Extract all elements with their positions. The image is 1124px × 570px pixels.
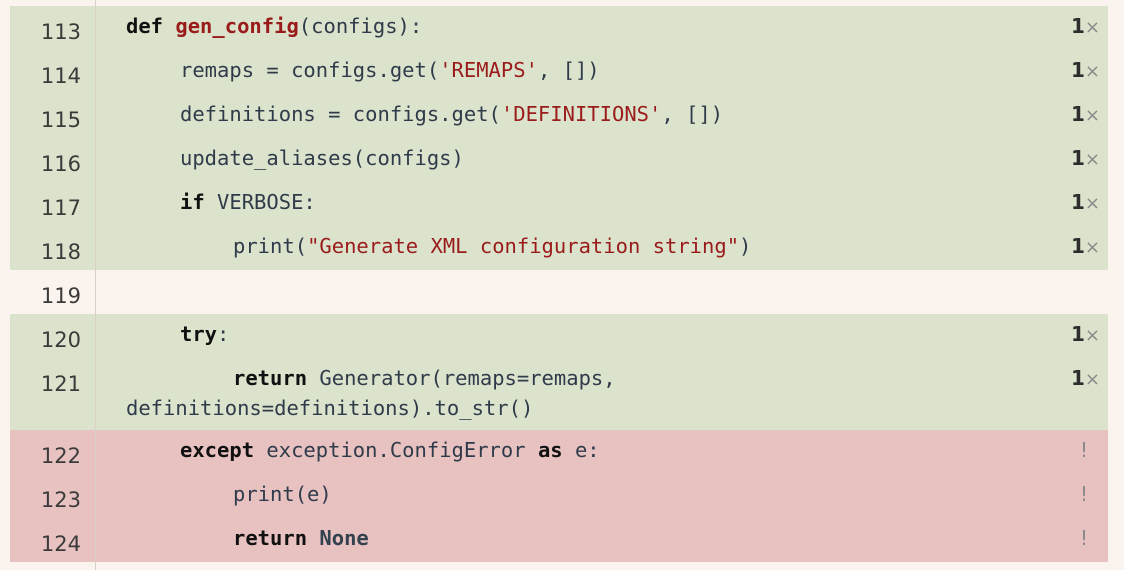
line-number[interactable]: 124 <box>10 529 81 559</box>
hit-count-badge: 1× <box>1071 319 1100 351</box>
code-text: print("Generate XML configuration string… <box>233 231 1124 261</box>
code-continuation: definitions=definitions).to_str() <box>126 396 534 420</box>
code-text: try: <box>180 319 1100 349</box>
hit-count-badge: 1× <box>1071 99 1100 131</box>
keyword: return <box>233 526 308 550</box>
code-fragment: remaps = configs.get( <box>180 58 440 82</box>
code-fragment: , []) <box>661 102 724 126</box>
line-number[interactable]: 114 <box>10 61 81 91</box>
keyword: return <box>233 366 308 390</box>
code-text: return Generator(remaps=remaps, <box>233 363 1124 393</box>
times-icon: × <box>1084 369 1100 390</box>
hit-count-badge: 1× <box>1071 55 1100 87</box>
hit-count: 1 <box>1070 102 1085 126</box>
keyword: try <box>180 322 218 346</box>
code-text: print(e) <box>233 482 332 506</box>
keyword: def <box>126 14 164 38</box>
code-text: if VERBOSE: <box>180 187 1100 217</box>
code-text: except exception.ConfigError as e: <box>180 435 1100 465</box>
hit-count: 1 <box>1070 366 1085 390</box>
hit-count: 1 <box>1070 322 1085 346</box>
keyword: as <box>537 438 563 462</box>
code-line-122: 122 except exception.ConfigError as e: ! <box>10 430 1108 474</box>
times-icon: × <box>1084 149 1100 170</box>
code-fragment: ) <box>739 234 752 258</box>
times-icon: × <box>1084 325 1100 346</box>
code-text: remaps = configs.get('REMAPS', []) <box>180 55 1100 85</box>
code-fragment: VERBOSE: <box>204 190 316 214</box>
line-number[interactable]: 116 <box>10 149 81 179</box>
code-line-116: 116 update_aliases(configs) 1× <box>10 138 1108 182</box>
code-fragment: print( <box>233 234 308 258</box>
code-line-121: 121 return Generator(remaps=remaps, defi… <box>10 358 1108 430</box>
code-line-115: 115 definitions = configs.get('DEFINITIO… <box>10 94 1108 138</box>
string-literal: 'DEFINITIONS' <box>500 102 662 126</box>
times-icon: × <box>1084 237 1100 258</box>
hit-count-badge: 1× <box>1071 363 1100 395</box>
line-number[interactable]: 121 <box>10 369 81 399</box>
hit-count-badge: 1× <box>1071 231 1100 263</box>
string-literal: 'REMAPS' <box>439 58 538 82</box>
line-number[interactable]: 115 <box>10 105 81 135</box>
times-icon: × <box>1084 17 1100 38</box>
hit-count: 1 <box>1070 14 1085 38</box>
code-fragment: e: <box>562 438 600 462</box>
line-number[interactable]: 122 <box>10 441 81 471</box>
keyword: except <box>180 438 255 462</box>
code-text: def gen_config(configs): <box>126 11 1046 41</box>
hit-count: 1 <box>1070 58 1085 82</box>
code-line-124: 124 return None ! <box>10 518 1108 562</box>
code-line-117: 117 if VERBOSE: 1× <box>10 182 1108 226</box>
hit-count-badge: 1× <box>1071 187 1100 219</box>
code-line-119: 119 <box>10 270 1108 314</box>
code-fragment: (configs): <box>298 14 423 38</box>
line-number[interactable]: 120 <box>10 325 81 355</box>
code-text: definitions = configs.get('DEFINITIONS',… <box>180 99 1100 129</box>
code-fragment: Generator(remaps=remaps, <box>307 366 616 390</box>
missed-line-icon: ! <box>1079 526 1088 550</box>
string-literal: "Generate XML configuration string" <box>307 234 740 258</box>
code-line-114: 114 remaps = configs.get('REMAPS', []) 1… <box>10 50 1108 94</box>
code-line-113: 113 def gen_config(configs): 1× <box>10 6 1108 50</box>
hit-count: 1 <box>1070 234 1085 258</box>
code-fragment: exception.ConfigError <box>254 438 538 462</box>
line-number[interactable]: 113 <box>10 17 81 47</box>
hit-count: 1 <box>1070 146 1085 170</box>
code-fragment <box>307 526 319 550</box>
missed-line-icon: ! <box>1079 482 1088 506</box>
function-name: gen_config <box>175 14 299 38</box>
hit-count-badge: 1× <box>1071 11 1100 43</box>
code-text: return None <box>233 523 1124 553</box>
code-fragment: , []) <box>537 58 600 82</box>
times-icon: × <box>1084 105 1100 126</box>
code-line-123: 123 print(e) ! <box>10 474 1108 518</box>
constant: None <box>319 526 369 550</box>
code-line-118: 118 print("Generate XML configuration st… <box>10 226 1108 270</box>
code-line-120: 120 try: 1× <box>10 314 1108 358</box>
missed-line-icon: ! <box>1079 438 1088 462</box>
code-fragment: : <box>217 322 230 346</box>
hit-count-badge: 1× <box>1071 143 1100 175</box>
line-number[interactable]: 118 <box>10 237 81 267</box>
line-number[interactable]: 119 <box>10 281 81 311</box>
times-icon: × <box>1084 61 1100 82</box>
line-number[interactable]: 117 <box>10 193 81 223</box>
coverage-source-view: 113 def gen_config(configs): 1× 114 rema… <box>0 0 1124 570</box>
times-icon: × <box>1084 193 1100 214</box>
keyword: if <box>180 190 205 214</box>
gutter-divider <box>95 0 96 570</box>
line-number[interactable]: 123 <box>10 485 81 515</box>
code-fragment: definitions = configs.get( <box>180 102 501 126</box>
code-text: update_aliases(configs) <box>180 146 464 170</box>
hit-count: 1 <box>1070 190 1085 214</box>
